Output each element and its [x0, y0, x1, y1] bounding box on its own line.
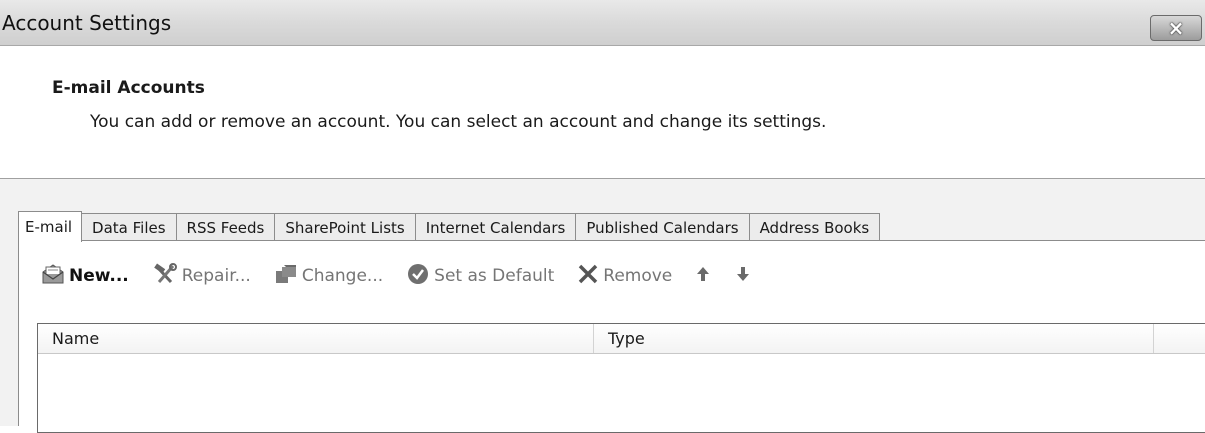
- repair-button[interactable]: Repair...: [152, 262, 251, 290]
- tab-internet-calendars[interactable]: Internet Calendars: [415, 213, 577, 241]
- tab-rss-feeds[interactable]: RSS Feeds: [176, 213, 276, 241]
- arrow-down-icon: [735, 265, 751, 288]
- tab-published-calendars[interactable]: Published Calendars: [576, 213, 750, 241]
- repair-button-label: Repair...: [181, 266, 251, 286]
- set-default-button[interactable]: Set as Default: [406, 263, 554, 290]
- window-title: Account Settings: [2, 11, 172, 35]
- new-mail-icon: [41, 263, 65, 290]
- repair-tools-icon: [152, 262, 178, 290]
- tab-address-books[interactable]: Address Books: [749, 213, 881, 241]
- content-area: E-mail Data Files RSS Feeds SharePoint L…: [0, 179, 1205, 433]
- tab-email[interactable]: E-mail: [18, 211, 83, 242]
- change-button-label: Change...: [301, 266, 384, 286]
- arrow-up-icon: [695, 265, 711, 288]
- new-button[interactable]: New...: [41, 263, 129, 290]
- change-icon: [274, 263, 298, 290]
- header-section: E-mail Accounts You can add or remove an…: [0, 46, 1205, 179]
- accounts-list[interactable]: Name Type: [37, 323, 1205, 433]
- move-up-button[interactable]: [695, 265, 715, 288]
- column-header-type[interactable]: Type: [594, 324, 1154, 353]
- tab-strip: E-mail Data Files RSS Feeds SharePoint L…: [18, 210, 881, 242]
- remove-x-icon: [577, 263, 599, 290]
- remove-button-label: Remove: [603, 266, 673, 286]
- new-button-label: New...: [69, 266, 129, 286]
- tab-sharepoint-lists[interactable]: SharePoint Lists: [275, 213, 416, 241]
- change-button[interactable]: Change...: [274, 263, 383, 290]
- set-default-button-label: Set as Default: [434, 266, 555, 286]
- list-header: Name Type: [38, 324, 1205, 354]
- tab-data-files[interactable]: Data Files: [82, 213, 177, 241]
- remove-button[interactable]: Remove: [577, 263, 672, 290]
- email-tab-panel: New... Repair... Change... Set as Defaul…: [18, 240, 1205, 433]
- account-toolbar: New... Repair... Change... Set as Defaul…: [41, 261, 778, 291]
- close-button[interactable]: ×: [1150, 15, 1202, 41]
- section-title: E-mail Accounts: [52, 78, 205, 98]
- check-circle-icon: [406, 263, 430, 290]
- title-bar: Account Settings ×: [0, 0, 1205, 46]
- move-down-button[interactable]: [735, 265, 755, 288]
- section-description: You can add or remove an account. You ca…: [90, 112, 827, 132]
- close-icon: ×: [1167, 16, 1185, 40]
- column-header-name[interactable]: Name: [38, 324, 594, 353]
